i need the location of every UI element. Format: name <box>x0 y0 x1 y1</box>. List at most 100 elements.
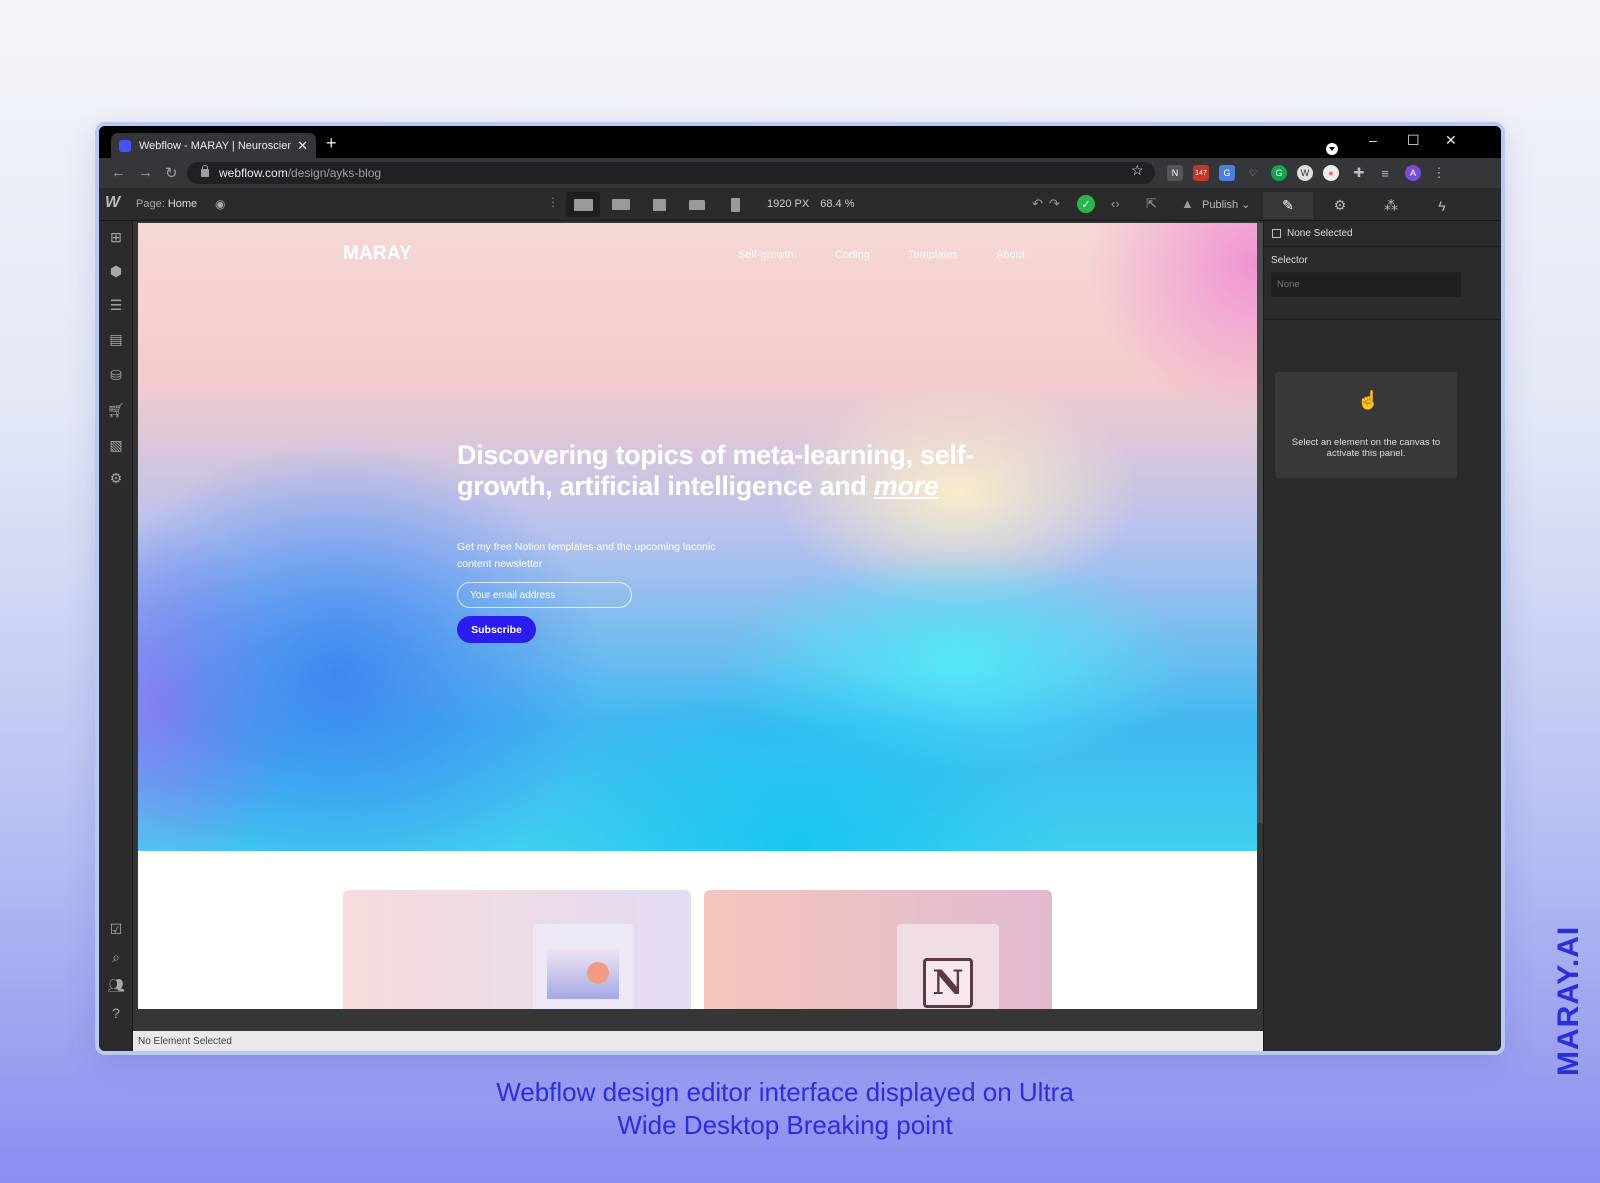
url-input[interactable]: webflow.com/design/ayks-blog <box>187 162 1155 184</box>
maximize-button[interactable]: ☐ <box>1407 132 1420 149</box>
undo-icon[interactable]: ↶ <box>1032 196 1043 212</box>
publish-button[interactable]: Publish ⌄ <box>1202 198 1250 211</box>
selection-state[interactable]: None Selected <box>1272 228 1353 239</box>
tasks-checkbox-icon[interactable]: ☑ <box>108 921 124 937</box>
webflow-extension-icon[interactable]: W <box>1297 165 1313 181</box>
style-panel: None Selected Selector None ☝ Select an … <box>1263 221 1501 1051</box>
grammarly-extension-icon[interactable]: G <box>1271 165 1287 181</box>
breakpoint-large-button[interactable] <box>604 192 638 217</box>
style-panel-tab[interactable]: ✎ <box>1263 192 1313 219</box>
tab-bar: Webflow - MARAY | Neuroscienc ✕ + – ☐ ✕ <box>99 126 1501 158</box>
breakpoint-ultrawide-button[interactable] <box>566 192 600 217</box>
url-path: /design/ayks-blog <box>287 166 382 180</box>
assets-icon[interactable]: ▧ <box>108 437 124 453</box>
privacy-extension-icon[interactable]: ● <box>1323 165 1339 181</box>
viewport-info: 1920 PX 68.4 % <box>767 198 855 210</box>
page-name: Home <box>167 198 198 210</box>
pocket-extension-icon[interactable]: ♡ <box>1245 165 1261 181</box>
translate-extension-icon[interactable]: G <box>1219 165 1235 181</box>
drops-icon: ⁂ <box>1384 197 1398 213</box>
caption-text: Webflow design editor interface displaye… <box>496 1077 1074 1140</box>
webflow-toolbar: W Page: Home ◉ ⋮ 1920 PX 68.4 % ↶ ↷ ✓ ‹›… <box>99 188 1501 221</box>
reading-list-icon[interactable]: ≡ <box>1377 165 1393 181</box>
notion-logo-icon: N <box>923 958 973 1008</box>
url-host: webflow.com <box>219 166 288 180</box>
browser-tab[interactable]: Webflow - MARAY | Neuroscienc ✕ <box>111 133 316 158</box>
media-control-icon[interactable] <box>1326 143 1338 155</box>
style-manager-tab[interactable]: ⁂ <box>1366 192 1416 219</box>
selection-checkbox[interactable] <box>1272 229 1281 238</box>
code-icon[interactable]: ‹› <box>1111 196 1120 211</box>
check-icon[interactable]: ✓ <box>1077 195 1095 213</box>
gear-icon: ⚙ <box>1333 197 1347 213</box>
post-card[interactable] <box>343 890 691 1009</box>
page-label: Page: <box>136 198 165 210</box>
status-bar: No Element Selected <box>133 1031 1263 1051</box>
nav-link-self-growth[interactable]: Self-growth <box>738 249 794 261</box>
divider <box>1264 319 1501 320</box>
lock-icon <box>201 165 209 177</box>
redo-icon[interactable]: ↷ <box>1049 196 1060 212</box>
selector-input[interactable]: None <box>1271 272 1461 297</box>
webflow-logo-icon[interactable]: W <box>105 194 120 212</box>
left-toolbar: ⊞ ⬢ ☰ ▤ ⛁ 🛒︎ ▧ ⚙ ☑ ⌕ 👥︎ ? <box>99 221 133 1051</box>
minimize-button[interactable]: – <box>1369 132 1377 148</box>
page-selector[interactable]: Page: Home <box>136 198 197 210</box>
desktop-ultrawide-icon <box>573 198 593 211</box>
collaborators-icon[interactable]: 👥︎ <box>107 977 125 993</box>
desktop-large-icon <box>612 199 630 210</box>
star-icon[interactable]: ☆ <box>1131 162 1144 179</box>
extension-badge[interactable]: 147 <box>1193 165 1209 181</box>
browser-menu-icon[interactable]: ⋮ <box>1431 165 1447 181</box>
more-options-icon[interactable]: ⋮ <box>547 195 559 209</box>
settings-panel-tab[interactable]: ⚙ <box>1315 192 1365 219</box>
browser-window: Webflow - MARAY | Neuroscienc ✕ + – ☐ ✕ … <box>99 126 1501 1051</box>
post-card[interactable]: N <box>704 890 1052 1009</box>
site-logo[interactable]: MARAY <box>343 243 412 265</box>
cms-icon[interactable]: ⛁ <box>108 367 124 383</box>
pointer-hand-icon: ☝ <box>1357 390 1380 410</box>
ecommerce-cart-icon[interactable]: 🛒︎ <box>107 402 125 418</box>
close-window-button[interactable]: ✕ <box>1445 132 1457 149</box>
back-icon[interactable]: ← <box>111 164 126 181</box>
mobile-icon <box>730 197 740 212</box>
none-selected-label: None Selected <box>1287 228 1353 239</box>
puzzle-extensions-icon[interactable]: ✚ <box>1351 165 1367 181</box>
nav-link-about[interactable]: About <box>996 249 1025 261</box>
new-tab-button[interactable]: + <box>326 134 337 152</box>
eye-icon[interactable]: ◉ <box>215 197 225 211</box>
hero-section[interactable]: MARAY Self-growth Coding Templates About… <box>138 223 1257 851</box>
notion-extension-icon[interactable]: N <box>1167 165 1183 181</box>
subscribe-button[interactable]: Subscribe <box>457 616 536 643</box>
profile-avatar[interactable]: A <box>1405 165 1421 181</box>
help-icon[interactable]: ? <box>108 1005 124 1021</box>
status-text: No Element Selected <box>138 1035 232 1047</box>
card-thumbnail-image <box>533 924 633 1009</box>
hero-headline[interactable]: Discovering topics of meta-learning, sel… <box>457 440 977 502</box>
hero-subtext[interactable]: Get my free Notion templates and the upc… <box>457 539 747 573</box>
interactions-tab[interactable]: ϟ <box>1417 192 1467 219</box>
email-field[interactable]: Your email address <box>457 582 632 608</box>
export-icon[interactable]: ⇱ <box>1146 196 1157 212</box>
headline-emphasis: more <box>873 471 939 501</box>
reload-icon[interactable]: ↻ <box>165 164 178 182</box>
breakpoint-tablet-button[interactable] <box>680 192 714 217</box>
add-panel-icon[interactable]: ⊞ <box>108 229 124 245</box>
settings-icon[interactable]: ⚙ <box>108 470 124 486</box>
tab-close-icon[interactable]: ✕ <box>297 138 308 154</box>
breakpoint-mobile-button[interactable] <box>718 192 752 217</box>
nav-link-templates[interactable]: Templates <box>908 249 958 261</box>
card-thumbnail-image: N <box>897 924 999 1009</box>
pages-icon[interactable]: ▤ <box>108 331 124 347</box>
bolt-icon: ϟ <box>1438 197 1446 214</box>
audit-icon[interactable]: ▲ <box>1181 196 1194 211</box>
symbols-icon[interactable]: ⬢ <box>108 263 124 279</box>
desktop-icon <box>652 198 666 211</box>
content-section[interactable]: N <box>138 851 1257 1009</box>
breakpoint-desktop-button[interactable] <box>642 192 676 217</box>
viewport-width: 1920 PX <box>767 198 810 210</box>
nav-link-coding[interactable]: Coding <box>835 249 870 261</box>
forward-icon[interactable]: → <box>138 164 153 181</box>
navigator-icon[interactable]: ☰ <box>108 297 124 313</box>
search-icon[interactable]: ⌕ <box>108 949 124 965</box>
